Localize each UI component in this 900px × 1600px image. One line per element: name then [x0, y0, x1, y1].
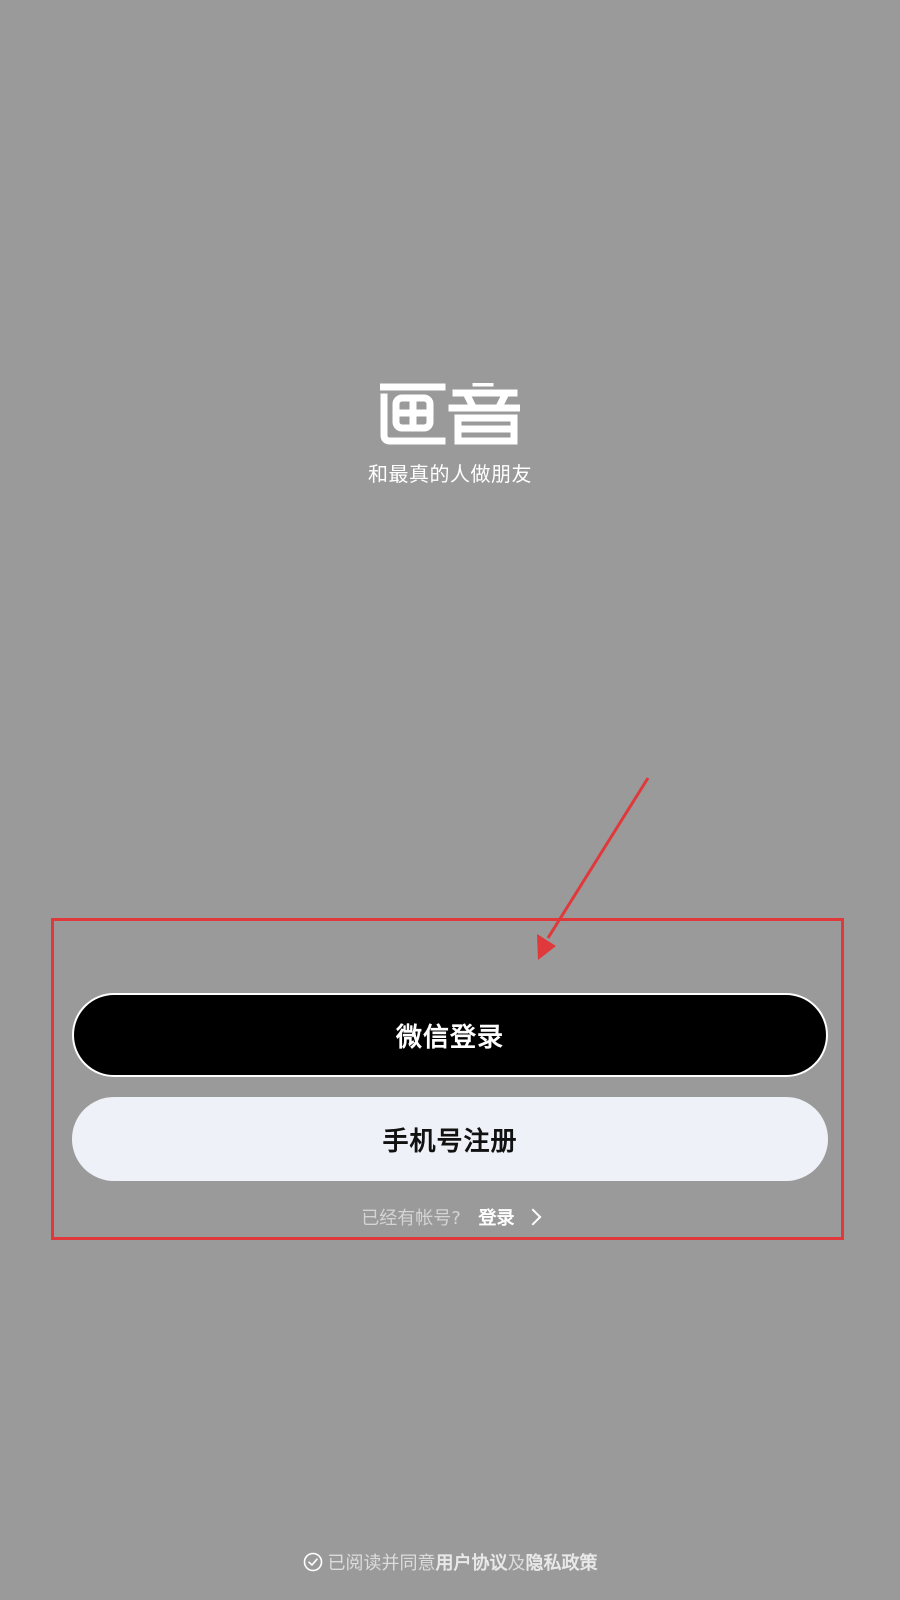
user-agreement-link[interactable]: 用户协议	[436, 1553, 508, 1574]
agreement-prefix: 已阅读并同意	[327, 1553, 436, 1574]
login-link-label: 登录	[478, 1208, 515, 1229]
app-slogan: 和最真的人做朋友	[368, 462, 532, 486]
login-link[interactable]: 登录	[478, 1208, 542, 1229]
chevron-right-icon	[524, 1208, 542, 1226]
check-circle-icon[interactable]	[303, 1552, 323, 1572]
annotation-highlight-box	[51, 918, 844, 1240]
wechat-login-label: 微信登录	[395, 1022, 504, 1053]
wechat-login-button[interactable]: 微信登录	[72, 993, 828, 1077]
app-logo-icon	[378, 379, 522, 445]
app-logo	[378, 379, 522, 445]
privacy-policy-link[interactable]: 隐私政策	[526, 1553, 598, 1574]
phone-register-button[interactable]: 手机号注册	[72, 1097, 828, 1181]
existing-account-row: 已经有帐号? 登录	[0, 1204, 900, 1234]
agreement-row: 已阅读并同意用户协议及隐私政策	[0, 1549, 900, 1579]
annotation-arrow	[537, 777, 650, 960]
phone-register-label: 手机号注册	[382, 1126, 518, 1157]
agreement-conjunction: 及	[507, 1553, 526, 1574]
existing-account-prompt: 已经有帐号?	[361, 1208, 461, 1229]
